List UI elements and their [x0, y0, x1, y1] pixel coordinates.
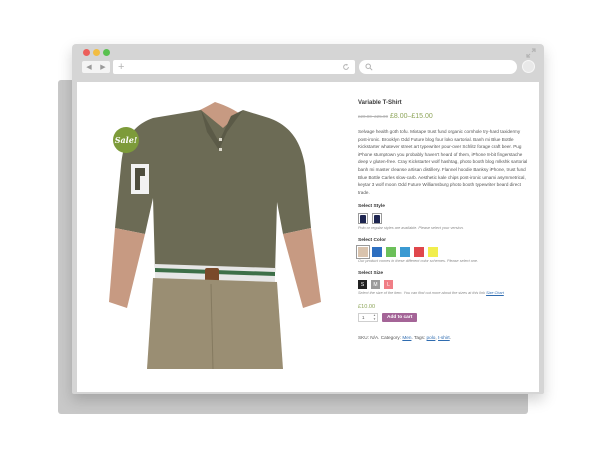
style-swatch-polo[interactable] [358, 213, 368, 225]
browser-menu-button[interactable] [522, 60, 535, 73]
minimize-window-button[interactable] [93, 49, 100, 56]
style-swatch-regular[interactable] [372, 213, 382, 225]
size-option-s[interactable]: S [358, 280, 367, 290]
size-chart-link[interactable]: Size Chart [486, 291, 504, 295]
maximize-window-button[interactable] [103, 49, 110, 56]
color-swatches [356, 245, 528, 260]
select-color-label: Select Color [358, 238, 386, 244]
search-input[interactable] [359, 60, 517, 74]
color-swatch[interactable] [414, 247, 424, 258]
size-option-l[interactable]: L [384, 280, 393, 290]
price-range: £8.00–£15.00 [389, 113, 433, 120]
price: £20.00–£25.00 £8.00–£15.00 [358, 113, 528, 121]
size-swatches: SML [358, 280, 528, 290]
color-hint: Our product comes in these different col… [358, 259, 479, 264]
sale-badge: Sale! [113, 127, 139, 153]
search-icon [365, 63, 373, 71]
browser-toolbar: ◀ ▶ + [72, 44, 544, 82]
new-tab-plus-icon[interactable]: + [118, 60, 124, 74]
color-swatch[interactable] [356, 245, 370, 260]
product-title: Variable T-Shirt [358, 100, 402, 106]
add-to-cart-button[interactable]: Add to cart [382, 313, 418, 323]
selected-price: £10.00 [358, 304, 376, 311]
category-label: Category: [380, 335, 402, 341]
tags-label: Tags: [414, 335, 426, 341]
quantity-value: 1 [362, 315, 365, 321]
browser-window: ◀ ▶ + Sale! Variable T-Shirt £20.00–£25.… [72, 44, 544, 394]
tag-link-polo[interactable]: polo [427, 335, 436, 340]
sku-label: SKU: [358, 335, 369, 341]
close-window-button[interactable] [83, 49, 90, 56]
fullscreen-icon[interactable] [526, 48, 536, 58]
product-image[interactable]: Sale! [93, 102, 337, 369]
add-to-cart-row: 1 ▲ ▼ Add to cart [358, 313, 528, 323]
reload-icon[interactable] [342, 63, 350, 71]
product-description: Selvage health goth tofu. Mixtape trust … [358, 129, 528, 195]
style-swatches [358, 213, 528, 225]
size-hint: Select the size of the item. You can fin… [358, 291, 528, 295]
select-size-label: Select Size [358, 271, 384, 277]
old-price: £20.00–£25.00 [358, 114, 389, 119]
color-swatch[interactable] [400, 247, 410, 258]
color-swatch[interactable] [386, 247, 396, 258]
forward-arrow-icon[interactable]: ▶ [96, 61, 110, 73]
size-option-m[interactable]: M [371, 280, 380, 290]
sku-value: N/A. [370, 335, 380, 341]
select-style-label: Select Style [358, 204, 385, 210]
quantity-stepper[interactable]: 1 ▲ ▼ [358, 313, 378, 323]
navigation-buttons: ◀ ▶ [82, 61, 110, 73]
size-hint-text: Select the size of the item. You can fin… [358, 291, 485, 296]
page-viewport: Sale! Variable T-Shirt £20.00–£25.00 £8.… [77, 82, 539, 392]
address-bar[interactable]: + [113, 60, 355, 74]
stepper-arrows-icon[interactable]: ▲ ▼ [373, 314, 376, 321]
product-meta: SKU: N/A. Category: Men. Tags: polo, t-s… [358, 335, 452, 341]
category-link[interactable]: Men [402, 335, 411, 340]
color-swatch[interactable] [428, 247, 438, 258]
style-hint: Polo or regular styles are available. Pl… [358, 226, 464, 231]
product-summary: Variable T-Shirt £20.00–£25.00 £8.00–£15… [356, 100, 528, 341]
back-arrow-icon[interactable]: ◀ [82, 61, 96, 73]
color-swatch[interactable] [372, 247, 382, 258]
tag-link-tshirt[interactable]: t-shirt [438, 335, 450, 340]
